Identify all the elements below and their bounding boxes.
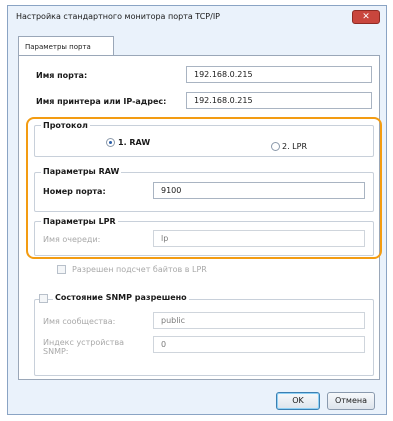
community-name-input[interactable]: public (153, 312, 365, 329)
port-name-input[interactable]: 192.168.0.215 (186, 66, 372, 83)
lpr-byte-counting-checkbox[interactable] (57, 265, 66, 274)
printer-name-label: Имя принтера или IP-адрес: (36, 97, 167, 106)
snmp-status-label[interactable]: Состояние SNMP разрешено (53, 293, 189, 302)
tab-port-settings[interactable]: Параметры порта (18, 36, 114, 56)
snmp-device-index-label: Индекс устройства SNMP: (43, 338, 124, 356)
printer-address-input[interactable]: 192.168.0.215 (186, 92, 372, 109)
close-button[interactable]: ✕ (352, 10, 380, 24)
snmp-status-checkbox[interactable] (39, 294, 48, 303)
close-icon: ✕ (362, 12, 370, 22)
protocol-settings-highlight (26, 117, 382, 259)
cancel-button[interactable]: Отмена (327, 392, 375, 410)
window-title: Настройка стандартного монитора порта TC… (16, 12, 221, 21)
port-name-label: Имя порта: (36, 71, 88, 80)
ok-button[interactable]: OK (276, 392, 320, 410)
snmp-device-index-input[interactable]: 0 (153, 336, 365, 353)
snmp-device-index-label-line1: Индекс устройства (43, 338, 125, 347)
snmp-device-index-label-line2: SNMP: (43, 347, 69, 356)
lpr-byte-counting-label[interactable]: Разрешен подсчет байтов в LPR (72, 265, 207, 274)
title-bar[interactable]: Настройка стандартного монитора порта TC… (8, 6, 386, 30)
community-name-label: Имя сообщества: (43, 317, 116, 326)
